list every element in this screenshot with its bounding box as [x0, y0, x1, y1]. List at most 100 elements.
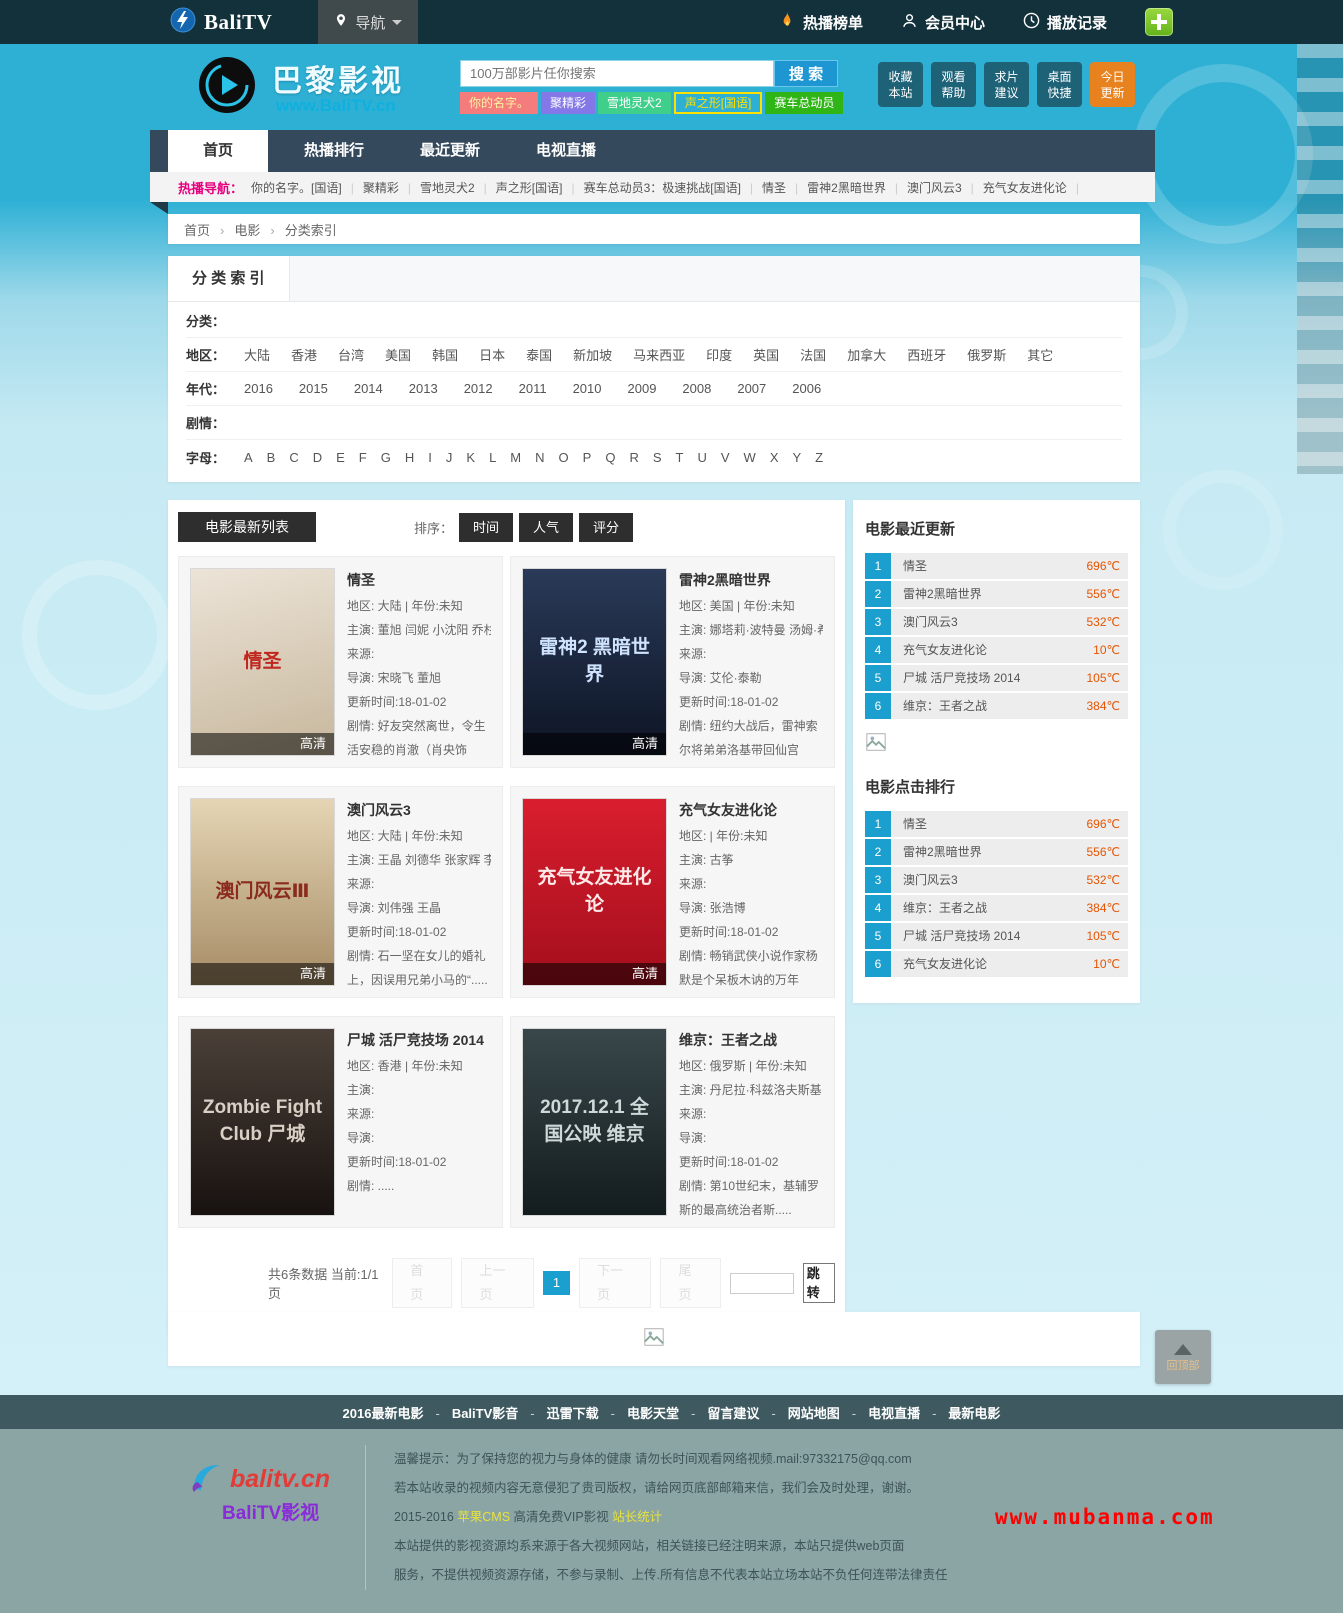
pagination-jump-input[interactable] — [730, 1273, 794, 1294]
filter-option-letter[interactable]: F — [359, 450, 367, 465]
site-logo[interactable]: 巴黎影视 www.BaliTV.cn — [198, 56, 404, 119]
topbar-link-play-history[interactable]: 播放记录 — [1023, 12, 1107, 33]
filter-option-letter[interactable]: T — [676, 450, 684, 465]
filter-option-year[interactable]: 2009 — [628, 381, 657, 396]
filter-option-region[interactable]: 新加坡 — [573, 348, 612, 363]
hot-nav-link[interactable]: 雷神2黑暗世界 — [807, 181, 907, 195]
filter-option-region[interactable]: 俄罗斯 — [967, 348, 1006, 363]
hot-nav-link[interactable]: 声之形[国语] — [496, 181, 584, 195]
movie-title[interactable]: 情圣 — [347, 570, 491, 590]
movie-title[interactable]: 澳门风云3 — [347, 800, 491, 820]
breadcrumb-movies[interactable]: 电影 — [234, 220, 284, 239]
hot-nav-link[interactable]: 雪地灵犬2 — [420, 181, 496, 195]
movie-title[interactable]: 充气女友进化论 — [679, 800, 823, 820]
footer-nav-link[interactable]: BaliTV影音 — [452, 1403, 547, 1422]
filter-option-letter[interactable]: B — [267, 450, 276, 465]
hot-search-tag[interactable]: 声之形[国语] — [674, 92, 763, 114]
movie-title[interactable]: 尸城 活尸竞技场 2014 — [347, 1030, 491, 1050]
filter-option-region[interactable]: 日本 — [479, 348, 505, 363]
hot-nav-link[interactable]: 澳门风云3 — [907, 181, 983, 195]
filter-option-letter[interactable]: G — [381, 450, 391, 465]
pagination-next-button[interactable]: 下一页 — [579, 1258, 651, 1308]
nav-tab-hot-ranking[interactable]: 热播排行 — [284, 130, 384, 172]
footer-nav-link[interactable]: 迅雷下载 — [547, 1403, 627, 1422]
rank-link[interactable]: 情圣696℃ — [891, 553, 1128, 579]
pagination-first-button[interactable]: 首页 — [392, 1258, 452, 1308]
hot-search-tag[interactable]: 雪地灵犬2 — [598, 92, 671, 114]
search-input[interactable] — [460, 60, 774, 87]
filter-option-letter[interactable]: E — [336, 450, 345, 465]
movie-title[interactable]: 雷神2黑暗世界 — [679, 570, 823, 590]
filter-option-letter[interactable]: N — [535, 450, 544, 465]
filter-option-letter[interactable]: J — [446, 450, 453, 465]
filter-option-letter[interactable]: C — [289, 450, 298, 465]
filter-option-letter[interactable]: Q — [605, 450, 615, 465]
movie-title[interactable]: 维京：王者之战 — [679, 1030, 823, 1050]
filter-option-region[interactable]: 马来西亚 — [633, 348, 685, 363]
filter-option-year[interactable]: 2016 — [244, 381, 273, 396]
nav-tab-home[interactable]: 首页 — [168, 130, 268, 172]
filter-option-letter[interactable]: O — [559, 450, 569, 465]
movie-poster[interactable]: Zombie Fight Club 尸城 — [190, 1028, 335, 1216]
back-to-top-button[interactable]: 回顶部 — [1155, 1330, 1211, 1384]
filter-option-letter[interactable]: I — [428, 450, 432, 465]
quick-button[interactable]: 桌面快捷 — [1037, 62, 1082, 107]
hot-search-tag[interactable]: 赛车总动员 — [765, 92, 843, 114]
filter-option-region[interactable]: 西班牙 — [907, 348, 946, 363]
filter-option-region[interactable]: 其它 — [1027, 348, 1053, 363]
quick-button[interactable]: 今日更新 — [1090, 62, 1135, 107]
filter-option-year[interactable]: 2010 — [573, 381, 602, 396]
movie-poster[interactable]: 充气女友进化论 高清 — [522, 798, 667, 986]
footer-nav-link[interactable]: 网站地图 — [788, 1403, 868, 1422]
rank-link[interactable]: 澳门风云3532℃ — [891, 609, 1128, 635]
filter-option-letter[interactable]: W — [744, 450, 756, 465]
filter-option-letter[interactable]: P — [583, 450, 592, 465]
sort-button[interactable]: 人气 — [519, 513, 573, 542]
rank-link[interactable]: 尸城 活尸竞技场 2014105℃ — [891, 665, 1128, 691]
rank-link[interactable]: 维京：王者之战384℃ — [891, 895, 1128, 921]
filter-option-year[interactable]: 2015 — [299, 381, 328, 396]
filter-option-year[interactable]: 2011 — [519, 381, 547, 396]
footer-nav-link[interactable]: 2016最新电影 — [343, 1403, 452, 1422]
stats-link[interactable]: 站长统计 — [612, 1510, 662, 1524]
movie-poster[interactable]: 2017.12.1 全国公映 维京 — [522, 1028, 667, 1216]
movie-poster[interactable]: 情圣 高清 — [190, 568, 335, 756]
filter-option-region[interactable]: 印度 — [706, 348, 732, 363]
hot-search-tag[interactable]: 你的名字。 — [460, 92, 538, 114]
topbar-link-member-center[interactable]: 会员中心 — [901, 12, 985, 33]
cms-link[interactable]: 苹果CMS — [457, 1510, 510, 1524]
filter-option-year[interactable]: 2012 — [464, 381, 493, 396]
filter-option-letter[interactable]: K — [466, 450, 475, 465]
sort-button[interactable]: 时间 — [459, 513, 513, 542]
filter-option-letter[interactable]: H — [405, 450, 414, 465]
filter-option-year[interactable]: 2014 — [354, 381, 383, 396]
footer-nav-link[interactable]: 留言建议 — [707, 1403, 787, 1422]
filter-option-letter[interactable]: M — [510, 450, 521, 465]
hot-nav-link[interactable]: 聚精彩 — [363, 181, 420, 195]
hot-nav-link[interactable]: 充气女友进化论 — [983, 181, 1088, 195]
filter-option-region[interactable]: 韩国 — [432, 348, 458, 363]
filter-option-letter[interactable]: A — [244, 450, 253, 465]
filter-option-letter[interactable]: X — [770, 450, 779, 465]
search-button[interactable]: 搜 索 — [774, 60, 838, 87]
quick-button[interactable]: 求片建议 — [984, 62, 1029, 107]
rank-link[interactable]: 情圣696℃ — [891, 811, 1128, 837]
rank-link[interactable]: 雷神2黑暗世界556℃ — [891, 839, 1128, 865]
pagination-last-button[interactable]: 尾页 — [660, 1258, 720, 1308]
filter-option-year[interactable]: 2006 — [792, 381, 821, 396]
breadcrumb-home[interactable]: 首页 — [184, 220, 234, 239]
nav-tab-live-tv[interactable]: 电视直播 — [516, 130, 616, 172]
movie-poster[interactable]: 雷神2 黑暗世界 高清 — [522, 568, 667, 756]
filter-option-region[interactable]: 英国 — [753, 348, 779, 363]
footer-nav-link[interactable]: 电影天堂 — [627, 1403, 707, 1422]
filter-option-letter[interactable]: V — [721, 450, 730, 465]
topbar-link-hot-list[interactable]: 热播榜单 — [778, 10, 863, 34]
quick-button[interactable]: 观看帮助 — [931, 62, 976, 107]
footer-nav-link[interactable]: 最新电影 — [948, 1403, 1000, 1422]
footer-logo[interactable]: balitv.cn BaliTV影视 — [186, 1457, 356, 1525]
filter-option-letter[interactable]: L — [489, 450, 496, 465]
hot-search-tag[interactable]: 聚精彩 — [541, 92, 595, 114]
filter-option-region[interactable]: 泰国 — [526, 348, 552, 363]
hot-nav-link[interactable]: 赛车总动员3：极速挑战[国语] — [584, 181, 762, 195]
filter-option-letter[interactable]: Y — [792, 450, 801, 465]
